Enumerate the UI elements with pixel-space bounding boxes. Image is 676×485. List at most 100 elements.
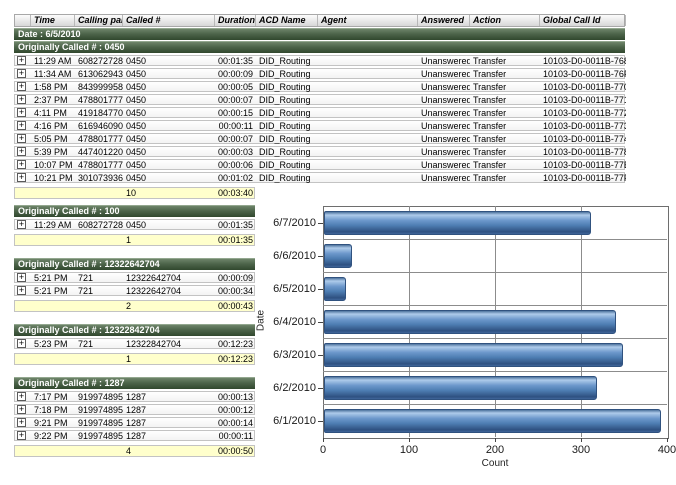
expand-row-icon[interactable]: + <box>17 69 26 78</box>
cell-duration: 00:00:07 <box>215 95 256 105</box>
chart-bar-6-4-2010 <box>324 310 616 334</box>
expand-row-icon[interactable]: + <box>17 56 26 65</box>
chart-gridline-horizontal <box>323 404 667 405</box>
expand-row-icon[interactable]: + <box>17 273 26 282</box>
calls-by-date-chart: Date Count 01002003004006/7/20106/6/2010… <box>240 200 676 485</box>
chart-gridline-horizontal <box>323 305 667 306</box>
group-summary-container: 1000:03:40 <box>14 187 625 199</box>
cell-called: 0450 <box>123 121 215 131</box>
cell-called: 0450 <box>123 173 215 183</box>
chart-bar-6-3-2010 <box>324 343 623 367</box>
expand-row-icon[interactable]: + <box>17 134 26 143</box>
cell-calling: 4788017770 <box>75 95 123 105</box>
call-log-table: TimeCalling party #Called #DurationACD N… <box>14 14 625 199</box>
x-axis-tick <box>495 438 496 442</box>
column-header-acd-name: ACD Name <box>256 15 318 26</box>
cell-calling: 9199748952 <box>75 405 123 415</box>
table-row: +9:21 PM9199748952128700:00:14 <box>14 417 255 428</box>
expand-row-icon[interactable]: + <box>17 147 26 156</box>
cell-called: 12322642704 <box>123 286 215 296</box>
expand-cell: + <box>15 273 31 282</box>
expand-row-icon[interactable]: + <box>17 392 26 401</box>
cell-called: 0450 <box>123 147 215 157</box>
group-summary-row: 1000:03:40 <box>14 187 255 199</box>
group-summary-row: 400:00:50 <box>14 445 255 457</box>
cell-action: Transfer <box>470 147 540 157</box>
cell-called: 0450 <box>123 56 215 66</box>
expand-row-icon[interactable]: + <box>17 405 26 414</box>
x-axis-tick-label: 200 <box>473 444 517 456</box>
expand-row-icon[interactable]: + <box>17 220 26 229</box>
cell-time: 4:11 PM <box>31 108 75 118</box>
date-group-band: Date : 6/5/2010 <box>14 28 625 40</box>
expand-cell: + <box>15 82 31 91</box>
cell-acd: DID_Routing <box>256 108 318 118</box>
expand-row-icon[interactable]: + <box>17 286 26 295</box>
table-row: +5:05 PM4788017770045000:00:07DID_Routin… <box>14 133 625 144</box>
expand-row-icon[interactable]: + <box>17 339 26 348</box>
x-axis-tick-label: 0 <box>301 444 345 456</box>
table-row: +9:22 PM9199748952128700:00:11 <box>14 430 255 441</box>
expand-row-icon[interactable]: + <box>17 121 26 130</box>
table-row: +4:16 PM6169460905045000:00:11DID_Routin… <box>14 120 625 131</box>
chart-bar-6-6-2010 <box>324 244 352 268</box>
cell-duration: 00:01:02 <box>215 173 256 183</box>
cell-duration: 00:00:11 <box>215 121 256 131</box>
summary-total-duration: 00:03:40 <box>215 188 256 199</box>
cell-called: 12322642704 <box>123 273 215 283</box>
cell-duration: 00:00:06 <box>215 160 256 170</box>
chart-gridline-horizontal <box>323 239 667 240</box>
expand-row-icon[interactable]: + <box>17 82 26 91</box>
cell-calling: 6130629432 <box>75 69 123 79</box>
column-header-expand <box>15 15 31 26</box>
summary-call-count: 10 <box>123 188 215 199</box>
cell-duration: 00:00:03 <box>215 147 256 157</box>
cell-calling: 721 <box>75 286 123 296</box>
expand-row-icon[interactable]: + <box>17 173 26 182</box>
expand-cell: + <box>15 405 31 414</box>
y-axis-tick <box>318 289 323 290</box>
summary-call-count: 1 <box>123 235 215 246</box>
cell-time: 5:21 PM <box>31 286 75 296</box>
x-axis-tick-label: 300 <box>559 444 603 456</box>
y-axis-category-label: 6/5/2010 <box>266 283 316 295</box>
cell-called: 1287 <box>123 431 215 441</box>
cell-gcid: 10103-D0-0011B-770 <box>540 82 626 92</box>
cell-calling: 9199748952 <box>75 392 123 402</box>
cell-answered: Unanswered <box>418 134 470 144</box>
cell-gcid: 10103-D0-0011B-774 <box>540 134 626 144</box>
expand-row-icon[interactable]: + <box>17 431 26 440</box>
table-row: +2:37 PM4788017770045000:00:07DID_Routin… <box>14 94 625 105</box>
summary-call-count: 1 <box>123 354 215 365</box>
cell-answered: Unanswered <box>418 160 470 170</box>
chart-bar-6-5-2010 <box>324 277 346 301</box>
cell-acd: DID_Routing <box>256 147 318 157</box>
table-row: +10:07 PM4788017770045000:00:06DID_Routi… <box>14 159 625 170</box>
cell-time: 5:39 PM <box>31 147 75 157</box>
cell-calling: 721 <box>75 339 123 349</box>
y-axis-category-label: 6/7/2010 <box>266 217 316 229</box>
cell-called: 0450 <box>123 82 215 92</box>
table-row: +11:29 AM6082727287045000:01:35DID_Routi… <box>14 55 625 66</box>
y-axis-category-label: 6/1/2010 <box>266 415 316 427</box>
cell-acd: DID_Routing <box>256 134 318 144</box>
expand-row-icon[interactable]: + <box>17 418 26 427</box>
cell-calling: 6082727287 <box>75 220 123 230</box>
y-axis-tick <box>318 322 323 323</box>
cell-acd: DID_Routing <box>256 160 318 170</box>
cell-answered: Unanswered <box>418 95 470 105</box>
expand-row-icon[interactable]: + <box>17 160 26 169</box>
cell-action: Transfer <box>470 69 540 79</box>
cell-gcid: 10103-D0-0011B-773 <box>540 121 626 131</box>
originally-called-group-band: Originally Called # : 100 <box>14 205 255 217</box>
cell-answered: Unanswered <box>418 173 470 183</box>
x-axis-tick <box>581 438 582 442</box>
expand-row-icon[interactable]: + <box>17 108 26 117</box>
table-row: +5:23 PM7211232284270400:12:23 <box>14 338 255 349</box>
cell-duration: 00:00:07 <box>215 134 256 144</box>
expand-cell: + <box>15 392 31 401</box>
cell-answered: Unanswered <box>418 108 470 118</box>
expand-row-icon[interactable]: + <box>17 95 26 104</box>
cell-gcid: 10103-D0-0011B-768 <box>540 56 626 66</box>
chart-bar-6-1-2010 <box>324 409 661 433</box>
